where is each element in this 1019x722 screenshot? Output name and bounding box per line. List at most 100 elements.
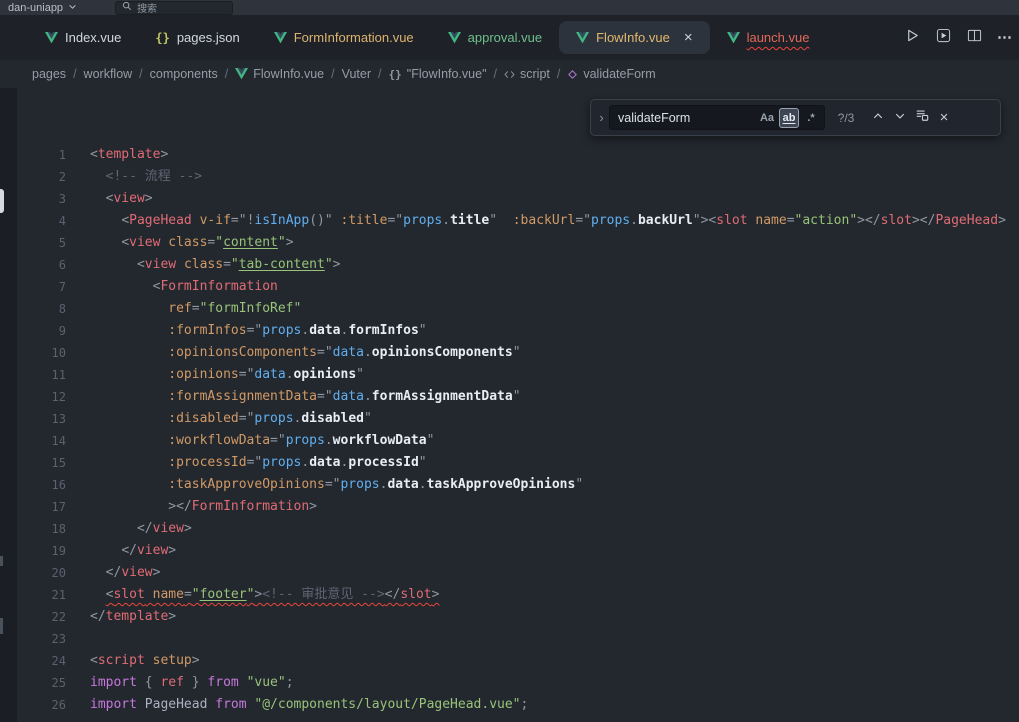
code-line[interactable]: 11 :opinions="data.opinions" — [0, 364, 1019, 386]
code-line[interactable]: 19 </view> — [0, 540, 1019, 562]
code-token: = — [317, 345, 325, 360]
code-token: data — [387, 477, 418, 492]
code-token — [90, 301, 168, 316]
gutter-mark — [0, 556, 3, 566]
code-line[interactable]: 26import PageHead from "@/components/lay… — [0, 694, 1019, 716]
code-token: . — [364, 389, 372, 404]
code-line[interactable]: 6 <view class="tab-content"> — [0, 254, 1019, 276]
code-line[interactable]: 24<script setup> — [0, 650, 1019, 672]
code-line[interactable]: 10 :opinionsComponents="data.opinionsCom… — [0, 342, 1019, 364]
code-line[interactable]: 13 :disabled="props.disabled" — [0, 408, 1019, 430]
code-token: . — [301, 455, 309, 470]
code-token: " — [693, 213, 701, 228]
code-line[interactable]: 21 <slot name="footer"><!-- 审批意见 --></sl… — [0, 584, 1019, 606]
code-token: view — [145, 257, 176, 272]
run-file-button[interactable] — [900, 26, 924, 50]
tab-strip: Index.vue{}pages.jsonFormInformation.vue… — [0, 15, 826, 60]
find-widget: › Aa ab .* ?/3 × — [590, 99, 1001, 136]
code-token: ref — [168, 301, 191, 316]
breadcrumb-separator: / — [331, 67, 334, 81]
code-line[interactable]: 8 ref="formInfoRef" — [0, 298, 1019, 320]
breadcrumb-item[interactable]: {}"FlowInfo.vue" — [389, 67, 487, 81]
more-actions-button[interactable]: ⋯ — [993, 26, 1017, 50]
close-tab-icon[interactable]: × — [684, 30, 693, 45]
breadcrumb-item[interactable]: validateForm — [567, 67, 655, 81]
code-line[interactable]: 7 <FormInformation — [0, 276, 1019, 298]
code-token: > — [432, 587, 440, 602]
tab-pages-json[interactable]: {}pages.json — [138, 21, 256, 54]
breadcrumb-item[interactable]: pages — [32, 67, 66, 81]
breadcrumb-separator: / — [378, 67, 381, 81]
tab-index-vue[interactable]: Index.vue — [28, 21, 138, 54]
code-token: " — [583, 213, 591, 228]
code-line[interactable]: 17 ></FormInformation> — [0, 496, 1019, 518]
code-line[interactable]: 23 — [0, 628, 1019, 650]
code-area[interactable]: 1<template>2 <!-- 流程 -->3 <view>4 <PageH… — [0, 88, 1019, 722]
code-token: = — [231, 213, 239, 228]
code-token: = — [239, 411, 247, 426]
code-token: props — [262, 455, 301, 470]
app-menu[interactable]: dan-uniapp — [0, 0, 85, 15]
tab-forminformation-vue[interactable]: FormInformation.vue — [257, 21, 431, 54]
code-line[interactable]: 2 <!-- 流程 --> — [0, 166, 1019, 188]
code-line[interactable]: 3 <view> — [0, 188, 1019, 210]
code-token: } — [184, 675, 200, 690]
find-in-selection-button[interactable] — [911, 107, 933, 129]
code-token: taskApproveOpinions — [427, 477, 576, 492]
tab-label: launch.vue — [747, 30, 810, 45]
code-line[interactable]: 16 :taskApproveOpinions="props.data.task… — [0, 474, 1019, 496]
code-token: ></ — [912, 213, 935, 228]
code-token: . — [325, 433, 333, 448]
tab-launch-vue[interactable]: launch.vue — [710, 21, 827, 54]
match-case-button[interactable]: Aa — [757, 108, 777, 128]
code-token: :opinionsComponents — [168, 345, 317, 360]
toggle-replace-icon[interactable]: › — [594, 110, 609, 125]
code-token — [145, 653, 153, 668]
find-input[interactable] — [618, 111, 755, 125]
code-token: "action" — [795, 213, 858, 228]
tab-approval-vue[interactable]: approval.vue — [431, 21, 559, 54]
next-match-button[interactable] — [889, 107, 911, 129]
breadcrumb-item[interactable]: script — [504, 67, 550, 81]
breadcrumb-separator: / — [139, 67, 142, 81]
regex-button[interactable]: .* — [801, 108, 821, 128]
code-token: ref — [160, 675, 183, 690]
breadcrumb-label: validateForm — [583, 67, 655, 81]
code-token: > — [168, 609, 176, 624]
code-line[interactable]: 18 </view> — [0, 518, 1019, 540]
tab-flowinfo-vue[interactable]: FlowInfo.vue× — [559, 21, 709, 54]
code-line[interactable]: 22</template> — [0, 606, 1019, 628]
code-token: data — [254, 367, 285, 382]
code-line[interactable]: 14 :workflowData="props.workflowData" — [0, 430, 1019, 452]
code-token: :title — [341, 213, 388, 228]
code-text: <template> — [66, 144, 168, 166]
breadcrumb-item[interactable]: FlowInfo.vue — [235, 67, 324, 81]
gutter-mark — [0, 618, 3, 634]
code-line[interactable]: 20 </view> — [0, 562, 1019, 584]
run-dev-button[interactable] — [931, 26, 955, 50]
command-search-box[interactable]: 搜索 — [115, 1, 233, 15]
code-token — [90, 499, 168, 514]
code-line[interactable]: 5 <view class="content"> — [0, 232, 1019, 254]
breadcrumb-item[interactable]: Vuter — [342, 67, 371, 81]
breadcrumb-item[interactable]: components — [150, 67, 218, 81]
code-token: < — [121, 235, 129, 250]
search-label: 搜索 — [137, 0, 157, 15]
code-line[interactable]: 15 :processId="props.data.processId" — [0, 452, 1019, 474]
breadcrumb-item[interactable]: workflow — [84, 67, 133, 81]
previous-match-button[interactable] — [867, 107, 889, 129]
split-editor-button[interactable] — [962, 26, 986, 50]
code-token: >< — [701, 213, 717, 228]
whole-word-button[interactable]: ab — [779, 108, 799, 128]
code-token: <!-- 流程 --> — [106, 169, 202, 184]
code-token: class — [184, 257, 223, 272]
code-line[interactable]: 4 <PageHead v-if="!isInApp()" :title="pr… — [0, 210, 1019, 232]
code-token — [137, 675, 145, 690]
code-line[interactable]: 9 :formInfos="props.data.formInfos" — [0, 320, 1019, 342]
close-find-button[interactable]: × — [933, 107, 955, 129]
code-token: ; — [521, 697, 529, 712]
code-line[interactable]: 25import { ref } from "vue"; — [0, 672, 1019, 694]
code-line[interactable]: 1<template> — [0, 144, 1019, 166]
code-line[interactable]: 12 :formAssignmentData="data.formAssignm… — [0, 386, 1019, 408]
code-token: :workflowData — [168, 433, 270, 448]
